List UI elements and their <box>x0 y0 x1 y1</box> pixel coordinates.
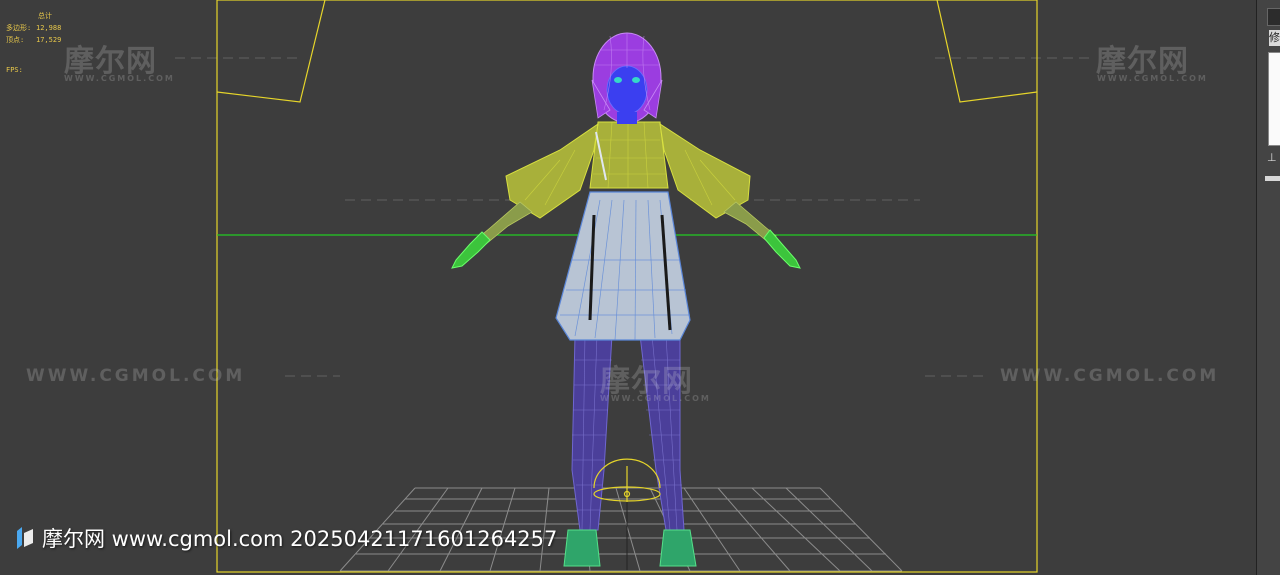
watermark-sub-right: WWW.CGMOL.COM <box>1097 74 1208 83</box>
pin-icon[interactable]: ⊥ <box>1267 151 1277 164</box>
footer-watermark-text: 摩尔网 www.cgmol.com 20250421171601264257 <box>42 527 558 551</box>
watermark-url-left: WWW.CGMOL.COM <box>26 366 246 386</box>
modifier-list[interactable] <box>1268 52 1280 146</box>
fps-label: FPS: <box>6 66 23 74</box>
modifier-label[interactable]: 修 <box>1269 30 1280 46</box>
cgmol-logo-icon <box>17 527 33 549</box>
viewport-stats: 总计 多边形: 12,988 顶点: 17,529 FPS: <box>6 10 61 76</box>
head <box>591 32 663 124</box>
watermark-sub-center: WWW.CGMOL.COM <box>600 394 711 403</box>
stats-header: 总计 <box>38 12 52 20</box>
panel-button[interactable] <box>1267 8 1280 26</box>
3d-viewport[interactable]: 总计 多边形: 12,988 顶点: 17,529 FPS: 摩尔网 WWW.C… <box>0 0 1256 575</box>
watermark-sub-left: WWW.CGMOL.COM <box>64 74 175 83</box>
verts-label: 顶点: <box>6 36 25 44</box>
footer-watermark: 摩尔网 www.cgmol.com 20250421171601264257 <box>14 523 557 553</box>
panel-scrollbar[interactable] <box>1265 176 1280 181</box>
polys-label: 多边形: <box>6 24 32 32</box>
command-panel[interactable]: 修 ⊥ <box>1256 0 1280 575</box>
verts-value: 17,529 <box>36 36 62 44</box>
viewport-scene[interactable] <box>0 0 1256 575</box>
polys-value: 12,988 <box>36 24 62 32</box>
watermark-url-right: WWW.CGMOL.COM <box>1000 366 1220 386</box>
